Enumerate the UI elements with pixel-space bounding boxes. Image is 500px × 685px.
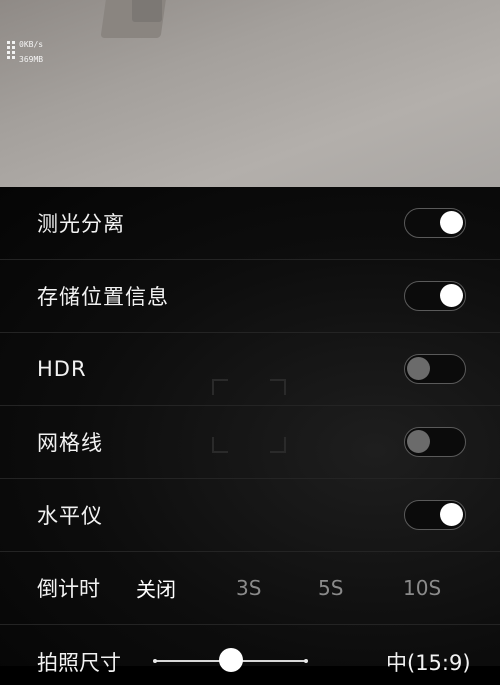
net-speed: 0KB/s <box>19 40 44 49</box>
setting-row-photo-size: 拍照尺寸 中(15:9) <box>0 625 500 685</box>
timer-label: 倒计时 <box>37 577 100 601</box>
level-toggle[interactable] <box>404 500 466 530</box>
signal-icon <box>7 41 15 59</box>
setting-row-timer: 倒计时 关闭 3S 5S 10S <box>0 552 500 625</box>
timer-option-off[interactable]: 关闭 <box>136 574 176 603</box>
setting-label: 网格线 <box>37 431 103 455</box>
setting-label: HDR <box>37 357 87 381</box>
timer-option-10s[interactable]: 10S <box>403 576 441 600</box>
toggle-knob <box>440 284 463 307</box>
setting-row-hdr: HDR <box>0 333 500 406</box>
timer-option-5s[interactable]: 5S <box>318 576 343 600</box>
status-text: 0KB/s 369MB <box>19 37 43 67</box>
slider-thumb[interactable] <box>219 648 243 672</box>
metering-toggle[interactable] <box>404 208 466 238</box>
setting-row-level: 水平仪 <box>0 479 500 552</box>
setting-row-metering: 测光分离 <box>0 187 500 260</box>
location-toggle[interactable] <box>404 281 466 311</box>
photo-size-value: 中(15:9) <box>386 651 471 675</box>
toggle-knob <box>440 503 463 526</box>
setting-label: 测光分离 <box>37 212 125 236</box>
setting-row-grid: 网格线 <box>0 406 500 479</box>
toggle-knob <box>407 357 430 380</box>
status-overlay: 0KB/s 369MB <box>7 37 43 67</box>
slider-stop <box>153 659 157 663</box>
toggle-knob <box>407 430 430 453</box>
preview-object-shadow <box>132 0 162 22</box>
hdr-toggle[interactable] <box>404 354 466 384</box>
timer-option-3s[interactable]: 3S <box>236 576 261 600</box>
setting-label: 水平仪 <box>37 504 103 528</box>
camera-preview: 0KB/s 369MB <box>0 0 500 187</box>
setting-row-location: 存储位置信息 <box>0 260 500 333</box>
setting-label: 存储位置信息 <box>37 285 169 309</box>
slider-stop <box>304 659 308 663</box>
photo-size-label: 拍照尺寸 <box>37 651 121 675</box>
grid-toggle[interactable] <box>404 427 466 457</box>
toggle-knob <box>440 211 463 234</box>
memory-usage: 369MB <box>19 55 44 64</box>
